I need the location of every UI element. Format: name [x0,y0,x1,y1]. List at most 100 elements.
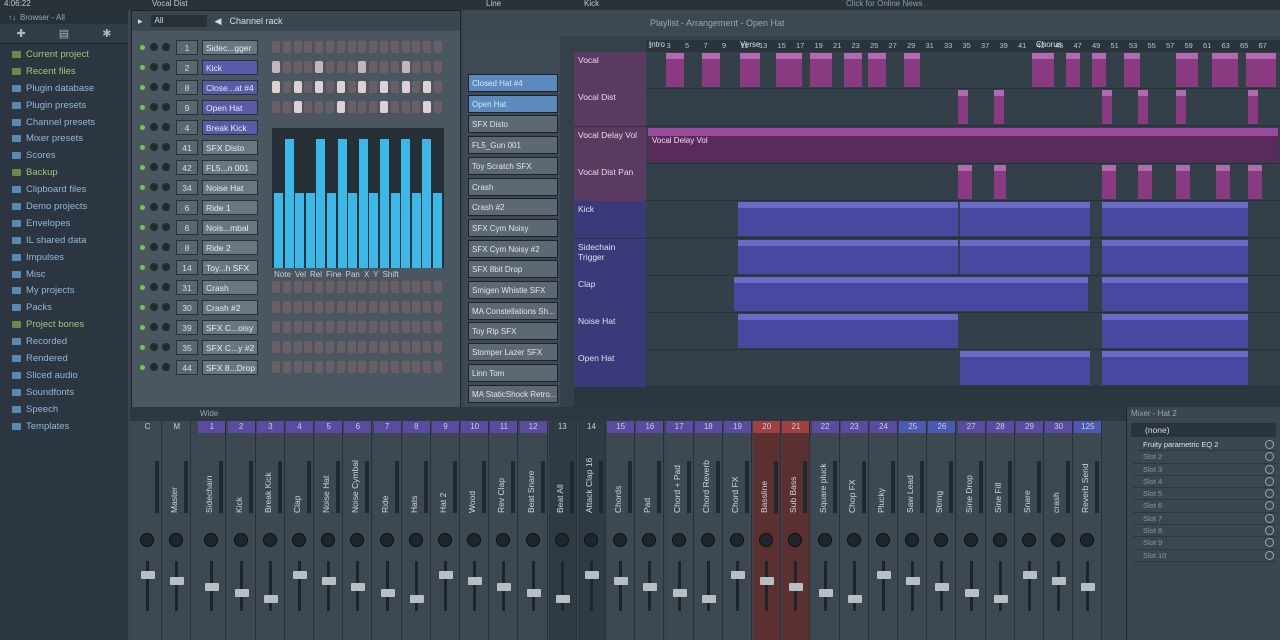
step-button[interactable] [347,361,356,373]
pan-knob[interactable] [150,363,158,371]
pan-knob[interactable] [525,533,540,547]
pattern-clip[interactable] [1102,276,1248,311]
pan-knob[interactable] [150,323,158,331]
browser-item[interactable]: Rendered [0,350,128,367]
rack-channel[interactable]: 35 SFX C...y #2 [136,339,456,357]
channel-name[interactable]: Ride 1 [202,200,258,215]
step-button[interactable] [434,301,442,313]
step-button[interactable] [336,281,345,293]
fader-track[interactable] [736,561,739,611]
browser-item[interactable]: Plugin database [0,80,128,97]
pan-knob[interactable] [169,533,184,547]
pan-knob[interactable] [846,533,861,547]
step-button[interactable] [358,81,367,93]
pan-knob[interactable] [262,533,277,547]
velocity-bar[interactable] [433,193,442,268]
pattern-item[interactable]: SFX 8bit Drop [468,260,558,279]
track-header[interactable]: Sidechain Trigger [574,238,646,276]
mixer-strip[interactable]: 19 Chord FX [724,421,752,640]
step-button[interactable] [390,281,399,293]
fader-track[interactable] [560,561,564,611]
pattern-item[interactable]: Stomper Lazer SFX [468,343,558,362]
track-header[interactable]: Clap [574,275,646,313]
step-button[interactable] [347,41,356,53]
pattern-select[interactable]: Kick [584,0,599,8]
pan-knob[interactable] [554,533,569,547]
fader-cap[interactable] [993,595,1008,603]
fader-track[interactable] [998,561,1002,611]
volume-knob[interactable] [162,283,170,291]
step-button[interactable] [423,101,432,113]
mixer-track-number[interactable]: 30 [176,300,198,315]
pan-knob[interactable] [204,533,219,547]
browser-item[interactable]: Sliced audio [0,367,128,384]
fx-slot[interactable]: Slot 9 [1133,537,1276,550]
fader-track[interactable] [619,561,623,611]
pattern-clip[interactable] [1216,164,1230,199]
mixer-strip[interactable]: 24 Plucky [870,421,898,640]
step-button[interactable] [315,341,324,353]
graph-tab[interactable]: Note [274,270,291,279]
step-button[interactable] [272,361,280,373]
mixer-strip[interactable]: 1 Sidechain [198,421,227,640]
arrangement-marker[interactable]: Verse [740,40,760,49]
fader-cap[interactable] [614,577,629,585]
browser-item[interactable]: Recorded [0,333,128,350]
pattern-item[interactable]: Crash [468,177,558,196]
step-button[interactable] [282,301,291,313]
volume-knob[interactable] [162,223,170,231]
step-button[interactable] [282,101,291,113]
step-button[interactable] [434,321,442,333]
mixer-strip[interactable]: 16 Pad [636,421,665,640]
fx-slot[interactable]: Slot 7 [1133,513,1276,526]
mixer-strip[interactable]: 18 Chord Reverb [694,421,723,640]
pan-knob[interactable] [963,533,978,547]
step-button[interactable] [304,61,313,73]
pattern-clip[interactable] [1246,53,1276,87]
mute-led[interactable] [140,325,145,330]
step-button[interactable] [434,61,442,73]
step-button[interactable] [412,101,421,113]
pattern-item[interactable]: SFX Cym Noisy [468,218,558,237]
track-header[interactable]: Vocal Dist [574,89,646,127]
step-button[interactable] [358,341,367,353]
browser-item[interactable]: Templates [0,418,128,435]
step-button[interactable] [380,341,388,353]
pan-knob[interactable] [1080,533,1095,547]
pan-knob[interactable] [992,533,1007,547]
fader-cap[interactable] [439,571,453,579]
fx-slot[interactable]: Fruity parametric EQ 2 [1133,439,1276,452]
velocity-bar[interactable] [284,138,294,268]
step-button[interactable] [272,341,280,353]
step-button[interactable] [336,321,345,333]
track-lane[interactable] [646,201,1280,239]
pattern-item[interactable]: Crash #2 [468,198,558,217]
slot-toggle-icon[interactable] [1265,489,1274,499]
velocity-bar[interactable] [422,138,432,268]
pattern-item[interactable]: Linn Tom [468,363,558,382]
fader-cap[interactable] [293,571,307,579]
step-button[interactable] [423,301,432,313]
slot-toggle-icon[interactable] [1265,464,1274,474]
step-button[interactable] [434,101,442,113]
pan-knob[interactable] [150,343,158,351]
step-button[interactable] [401,81,410,93]
rack-channel[interactable]: 9 Open Hat [136,99,456,117]
browser-item[interactable]: Recent files [0,63,128,80]
fader-cap[interactable] [731,571,745,579]
fader-cap[interactable] [789,583,804,591]
fader-cap[interactable] [760,577,775,585]
mixer-track-number[interactable]: 14 [176,260,198,275]
mixer-strip[interactable]: 20 Bassline [753,421,782,640]
pan-knob[interactable] [905,533,920,547]
channel-name[interactable]: Crash #2 [202,300,258,315]
step-button[interactable] [401,281,410,293]
fader-track[interactable] [473,561,477,611]
step-button[interactable] [423,361,432,373]
mixer-strip[interactable]: 14 Attack Clap 16 [578,421,606,640]
mixer-track-number[interactable]: 34 [176,180,198,195]
pan-knob[interactable] [150,263,158,271]
pattern-clip[interactable] [1102,164,1116,199]
channel-name[interactable]: SFX 8...Drop [202,360,258,375]
velocity-bar[interactable] [358,138,368,268]
